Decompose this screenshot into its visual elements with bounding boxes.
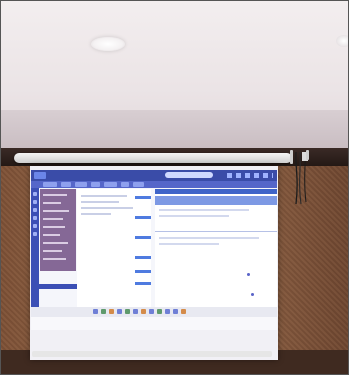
projected-cell (135, 196, 151, 199)
projected-toolbar-icons (227, 173, 273, 178)
app-logo-icon (34, 172, 46, 179)
projected-dropdown-menu (40, 189, 76, 271)
photo (0, 0, 349, 375)
cursor-icon (247, 273, 250, 276)
projected-overscan (31, 317, 277, 330)
projected-search-bar (165, 172, 213, 178)
projected-titlebar (31, 170, 277, 181)
projected-detail-toolbar (155, 196, 277, 205)
projected-taskbar (31, 307, 277, 317)
projected-cell (135, 270, 151, 273)
projected-detail-pane (155, 189, 277, 309)
ceiling-light (91, 37, 125, 51)
projected-cell (135, 282, 151, 285)
screen-bottom-bar (32, 351, 272, 357)
ceiling-light-partial (336, 35, 349, 47)
screen-bracket (286, 150, 316, 205)
projected-cell (135, 236, 151, 239)
indicator-dot (251, 293, 254, 296)
projected-cell (135, 256, 151, 259)
projected-detail-header (155, 189, 277, 194)
ceiling-soffit (0, 110, 349, 150)
projected-ribbon (31, 181, 277, 188)
projected-cell (135, 216, 151, 219)
projector-screen-case (14, 153, 292, 163)
projected-sidebar-footer (39, 284, 77, 289)
projected-desktop (31, 170, 277, 330)
projected-list-pane (77, 189, 151, 307)
